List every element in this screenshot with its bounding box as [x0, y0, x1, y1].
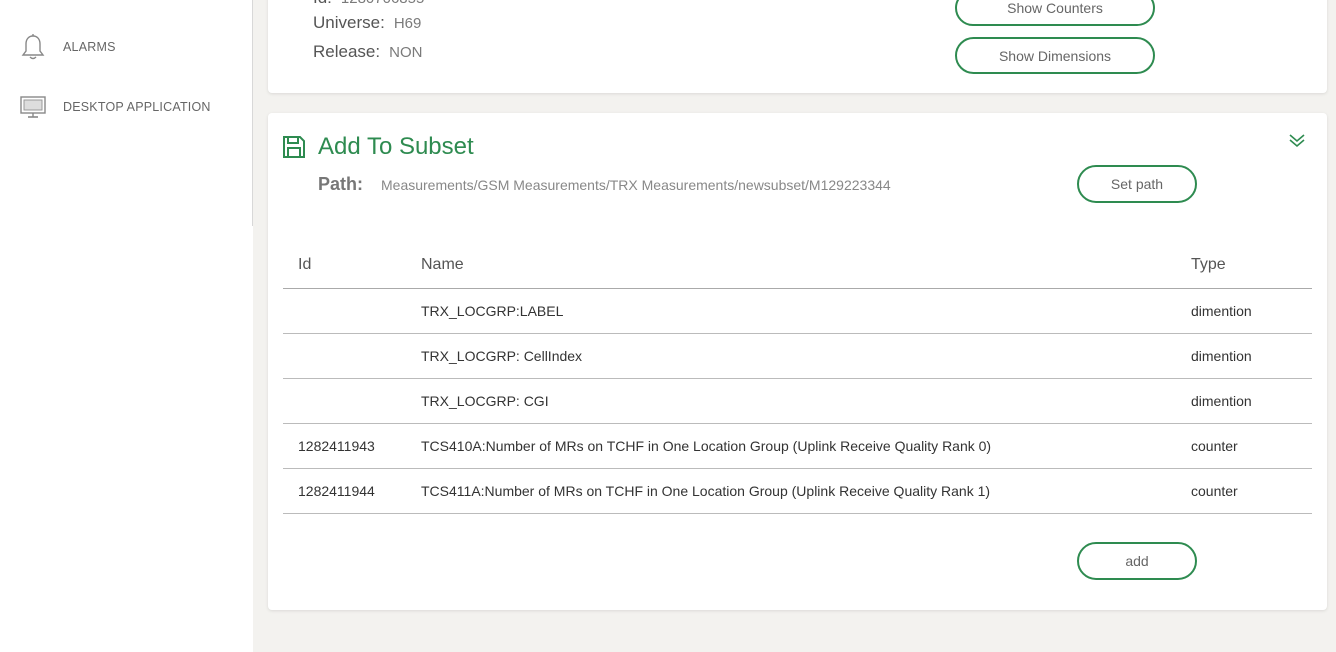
sidebar-divider: [252, 0, 253, 226]
cell-type: dimention: [1191, 333, 1312, 379]
cell-name: TCS410A:Number of MRs on TCHF in One Loc…: [421, 423, 1191, 469]
id-label: Id:: [313, 0, 332, 8]
sidebar-item-label: ALARMS: [63, 40, 116, 54]
cell-name: TCS411A:Number of MRs on TCHF in One Loc…: [421, 468, 1191, 514]
table-row[interactable]: TRX_LOCGRP: CellIndex dimention: [283, 333, 1312, 379]
show-counters-button[interactable]: Show Counters: [955, 0, 1155, 26]
cell-type: dimention: [1191, 378, 1312, 424]
save-icon: [282, 135, 306, 159]
cell-name: TRX_LOCGRP: CGI: [421, 378, 1191, 424]
release-value: NON: [389, 44, 423, 61]
cell-type: counter: [1191, 423, 1312, 469]
sidebar-item-alarms[interactable]: ALARMS: [18, 32, 116, 62]
add-to-subset-card: Add To Subset Path: Measurements/GSM Mea…: [268, 113, 1327, 610]
id-row: Id: 1280706855: [313, 0, 424, 8]
section-title-text: Add To Subset: [318, 133, 474, 160]
subset-table: Id Name Type TRX_LOCGRP:LABEL dimention …: [283, 243, 1312, 514]
release-row: Release: NON: [313, 42, 422, 62]
column-header-id[interactable]: Id: [283, 243, 421, 289]
bell-icon: [18, 32, 48, 62]
universe-value: H69: [393, 15, 422, 32]
table-row[interactable]: 1282411944 TCS411A:Number of MRs on TCHF…: [283, 468, 1312, 514]
section-title: Add To Subset: [282, 133, 474, 161]
show-dimensions-button[interactable]: Show Dimensions: [955, 37, 1155, 74]
cell-name: TRX_LOCGRP: CellIndex: [421, 333, 1191, 379]
chevron-double-down-icon[interactable]: [1287, 131, 1307, 151]
release-label: Release:: [313, 42, 381, 61]
table-row[interactable]: TRX_LOCGRP: CGI dimention: [283, 378, 1312, 424]
cell-id: 1282411944: [283, 468, 421, 514]
universe-label: Universe:: [313, 13, 385, 32]
table-row[interactable]: 1282411943 TCS410A:Number of MRs on TCHF…: [283, 423, 1312, 469]
sidebar-item-label: DESKTOP APPLICATION: [63, 100, 211, 114]
path-row: Path: Measurements/GSM Measurements/TRX …: [318, 174, 891, 195]
id-value: 1280706855: [341, 0, 424, 7]
cell-id: 1282411943: [283, 423, 421, 469]
cell-type: counter: [1191, 468, 1312, 514]
monitor-icon: [18, 92, 48, 122]
path-label: Path:: [318, 174, 363, 194]
cell-type: dimention: [1191, 288, 1312, 334]
cell-id: [283, 288, 421, 334]
cell-id: [283, 333, 421, 379]
set-path-button[interactable]: Set path: [1077, 165, 1197, 203]
universe-row: Universe: H69: [313, 13, 421, 33]
sidebar-item-desktop-application[interactable]: DESKTOP APPLICATION: [18, 92, 211, 122]
column-header-type[interactable]: Type: [1191, 243, 1312, 289]
table-row[interactable]: TRX_LOCGRP:LABEL dimention: [283, 288, 1312, 334]
cell-name: TRX_LOCGRP:LABEL: [421, 288, 1191, 334]
table-header-row: Id Name Type: [283, 243, 1312, 289]
sidebar: ALARMS DESKTOP APPLICATION: [0, 0, 253, 652]
measurement-info-card: Id: 1280706855 Universe: H69 Release: NO…: [268, 0, 1327, 93]
path-value: Measurements/GSM Measurements/TRX Measur…: [381, 177, 891, 193]
add-button[interactable]: add: [1077, 542, 1197, 580]
cell-id: [283, 378, 421, 424]
column-header-name[interactable]: Name: [421, 243, 1191, 289]
